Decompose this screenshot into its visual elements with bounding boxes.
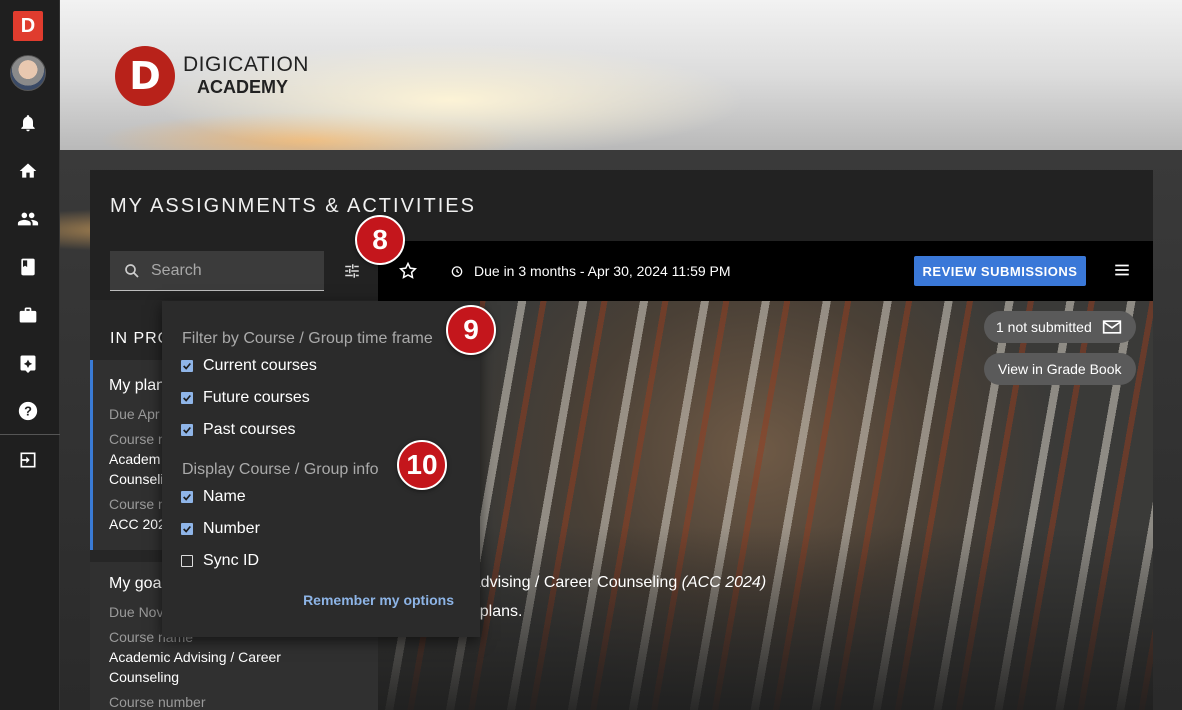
callout-badge: 8 (355, 215, 405, 265)
rail-divider (0, 434, 60, 435)
checkbox-past-courses[interactable]: Past courses (181, 421, 295, 439)
mail-icon (1102, 320, 1121, 334)
callout-badge: 10 (397, 440, 447, 490)
bell-icon[interactable] (14, 109, 42, 137)
checkbox-checked-icon (181, 360, 193, 372)
book-icon[interactable] (14, 253, 42, 281)
star-icon[interactable] (398, 261, 418, 286)
assignment-toolbar: Due in 3 months - Apr 30, 2024 11:59 PM … (378, 241, 1153, 301)
course-number-label: Course n (109, 496, 166, 512)
checkbox-sync-id[interactable]: Sync ID (181, 552, 259, 570)
timeframe-section-title: Filter by Course / Group time frame (182, 330, 433, 347)
callout-badge: 9 (446, 305, 496, 355)
course-name-label: Course n (109, 431, 166, 447)
brand-subname: ACADEMY (197, 77, 289, 97)
svg-text:?: ? (24, 404, 32, 419)
sparkle-icon[interactable] (14, 349, 42, 377)
list-item-title: My plan (109, 377, 166, 394)
course-name-value: Academic Advising / Career Counseling (109, 649, 281, 685)
remember-options-button[interactable]: Remember my options (303, 592, 454, 608)
checkbox-unchecked-icon (181, 555, 193, 567)
filter-icon[interactable] (340, 259, 364, 283)
brand-name: DIGICATION (183, 53, 309, 76)
user-avatar[interactable] (10, 55, 46, 91)
checkbox-checked-icon (181, 392, 193, 404)
checkbox-name[interactable]: Name (181, 488, 246, 506)
assignment-cover-image: 1 not submitted View in Grade Book s Adv… (378, 301, 1153, 710)
info-section-title: Display Course / Group info (182, 461, 379, 478)
checkbox-checked-icon (181, 424, 193, 436)
people-icon[interactable] (14, 205, 42, 233)
course-name-value: Academ Counseli (109, 451, 164, 487)
due-date: Due in 3 months - Apr 30, 2024 11:59 PM (474, 263, 731, 279)
search-placeholder: Search (151, 261, 202, 279)
assignment-detail: Due in 3 months - Apr 30, 2024 11:59 PM … (378, 241, 1153, 710)
help-icon[interactable]: ? (14, 397, 42, 425)
checkbox-checked-icon (181, 491, 193, 503)
menu-icon[interactable] (1113, 261, 1133, 281)
logout-icon[interactable] (14, 446, 42, 474)
clock-icon (450, 264, 464, 283)
checkbox-number[interactable]: Number (181, 520, 260, 538)
search-input[interactable]: Search (110, 251, 324, 291)
list-item-due: Due Apr (109, 406, 160, 422)
page-title: MY ASSIGNMENTS & ACTIVITIES (110, 195, 476, 217)
checkbox-future-courses[interactable]: Future courses (181, 389, 310, 407)
app-logo[interactable]: D (13, 11, 43, 41)
search-icon (125, 263, 139, 278)
home-icon[interactable] (14, 157, 42, 185)
course-number-label: Course number (109, 694, 206, 710)
assignment-course: Advising / Career Counseling (ACC 2024) (470, 574, 767, 591)
brand-logo[interactable]: D DIGICATION ACADEMY (115, 46, 309, 106)
not-submitted-badge[interactable]: 1 not submitted (984, 311, 1136, 343)
brand-mark: D (115, 46, 175, 106)
checkbox-current-courses[interactable]: Current courses (181, 357, 317, 375)
briefcase-icon[interactable] (14, 301, 42, 329)
grade-book-button[interactable]: View in Grade Book (984, 353, 1136, 385)
checkbox-checked-icon (181, 523, 193, 535)
list-item-title: My goa (109, 575, 162, 592)
review-submissions-button[interactable]: REVIEW SUBMISSIONS (914, 256, 1086, 286)
left-nav-rail: D ? (0, 0, 60, 710)
list-item-due: Due Nov (109, 604, 164, 620)
not-submitted-label: 1 not submitted (996, 319, 1092, 335)
